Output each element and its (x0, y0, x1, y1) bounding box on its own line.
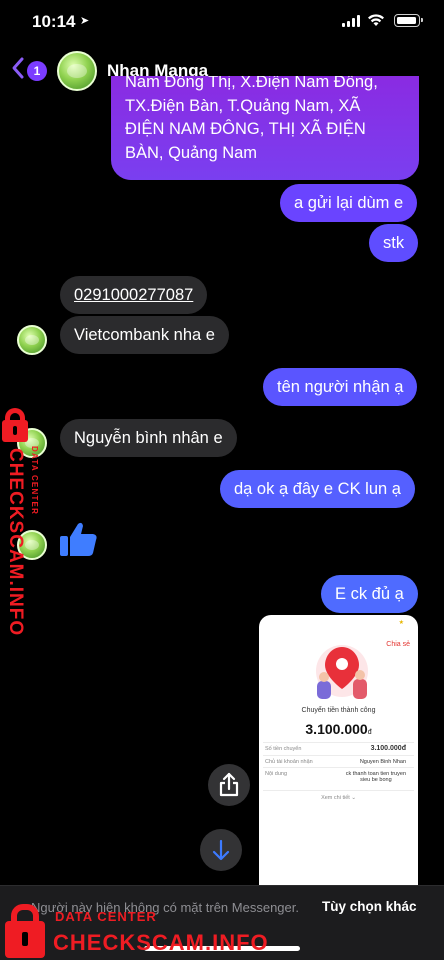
receipt-row-label: Số tiền chuyển (265, 746, 302, 752)
star-icon: ★ (398, 620, 404, 626)
message-stk[interactable]: stk (369, 224, 419, 262)
divider (263, 755, 414, 756)
message-address-line-cut: Nam Đông Thị, X.Điện Nam Đông, (125, 76, 378, 91)
status-bar: 10:14 ➤ (0, 0, 444, 44)
location-arrow-icon: ➤ (80, 15, 90, 27)
receipt-row-recipient: Chủ tài khoản nhận Nguyen Binh Nhan (265, 759, 412, 765)
battery-icon (394, 14, 423, 27)
watermark-bottom: DATA CENTER CHECKSCAM.INFO (0, 902, 270, 960)
watermark-data-center: DATA CENTER (55, 909, 157, 924)
message-name-reply[interactable]: Nguyễn bình nhân e (60, 419, 237, 457)
divider (263, 742, 414, 743)
receipt-row-value: 3.100.000đ (371, 745, 406, 752)
receipt-title: Chuyển tiền thành công (301, 707, 376, 714)
unread-count-badge[interactable]: 1 (27, 61, 47, 81)
receipt-share-label: Chia sẻ (386, 641, 410, 648)
receipt-row-value: ck thanh toan tien truyen sieu be bong (346, 771, 406, 783)
message-bank[interactable]: Vietcombank nha e (60, 316, 229, 354)
contact-avatar-small[interactable] (17, 325, 47, 355)
receipt-row-label: Chủ tài khoản nhận (265, 759, 313, 765)
cellular-signal-icon (342, 15, 362, 27)
divider (263, 790, 414, 791)
watermark-site: CHECKSCAM.INFO (53, 930, 269, 955)
receipt-amount-value: 3.100.000 (305, 721, 368, 737)
message-address-bubble[interactable]: Nam Đông Thị, X.Điện Nam Đông, TX.Điện B… (111, 76, 419, 180)
success-illustration-icon (316, 645, 368, 699)
receipt-row-amount-value: 3.100.000 (370, 745, 402, 752)
message-transfer-done[interactable]: dạ ok ạ đây e CK lun ạ (220, 470, 415, 508)
contact-avatar[interactable] (57, 51, 97, 91)
receipt-row-amount: Số tiền chuyển 3.100.000đ (265, 745, 412, 752)
receipt-view-details: Xem chi tiết ⌄ (321, 795, 356, 801)
message-ask-name[interactable]: tên người nhận ạ (263, 368, 418, 406)
receipt-row-currency: đ (401, 745, 406, 752)
receipt-row-value: Nguyen Binh Nhan (359, 759, 406, 765)
back-chevron-icon[interactable] (10, 56, 26, 80)
transfer-receipt-image[interactable]: ★ Chia sẻ Chuyển tiền thành công 3.100.0… (259, 615, 418, 885)
message-paid-full[interactable]: E ck đủ ạ (321, 575, 418, 613)
watermark-site-side: CHECKSCAM.INFO (5, 448, 26, 637)
thumbs-up-icon[interactable] (58, 518, 100, 560)
arrow-down-icon (212, 839, 230, 861)
scroll-to-bottom-button[interactable] (200, 829, 242, 871)
message-address-line-2: ĐIỆN NAM ĐÔNG, THỊ XÃ ĐIỆN (125, 120, 366, 138)
more-options-link[interactable]: Tùy chọn khác (322, 899, 417, 914)
receipt-row-content-line-2: sieu be bong (360, 777, 392, 783)
account-number-link[interactable]: 0291000277087 (74, 286, 193, 304)
message-account-number[interactable]: 0291000277087 (60, 276, 208, 314)
watermark-side: DATA CENTER CHECKSCAM.INFO (0, 408, 46, 636)
share-icon (219, 772, 239, 797)
message-address-line-1: TX.Điện Bàn, T.Quảng Nam, XÃ (125, 96, 361, 115)
receipt-currency: đ (367, 729, 372, 736)
receipt-row-content: Nội dung ck thanh toan tien truyen sieu b… (265, 771, 412, 783)
receipt-amount: 3.100.000đ (259, 721, 418, 737)
message-address-line-3: BÀN, Quảng Nam (125, 143, 258, 162)
message-resend[interactable]: a gửi lại dùm e (280, 184, 418, 222)
wifi-icon (368, 14, 384, 26)
receipt-row-label: Nội dung (265, 771, 288, 777)
status-time: 10:14 (32, 12, 76, 31)
watermark-data-center-side: DATA CENTER (30, 446, 39, 516)
share-button[interactable] (208, 764, 250, 806)
divider (263, 767, 414, 768)
